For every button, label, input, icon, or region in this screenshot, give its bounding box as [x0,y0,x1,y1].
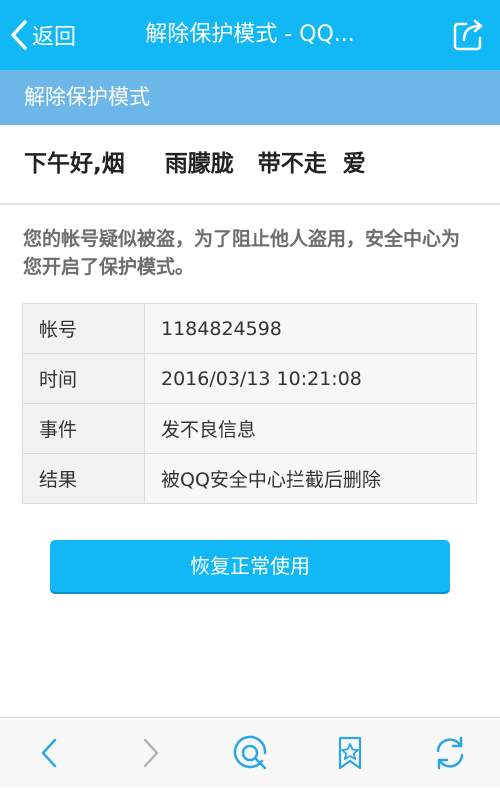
top-navigation-bar: 返回 解除保护模式 - QQ... [0,0,500,70]
account-info-table: 帐号 1184824598 时间 2016/03/13 10:21:08 事件 … [22,303,477,504]
row-label: 事件 [22,403,145,454]
forward-arrow-icon [143,738,159,768]
row-value: 发不良信息 [144,403,477,454]
table-row: 帐号 1184824598 [22,303,477,354]
table-row: 结果 被QQ安全中心拦截后删除 [22,453,477,504]
row-label: 帐号 [22,303,145,354]
browser-back-button[interactable] [15,718,85,788]
table-row: 时间 2016/03/13 10:21:08 [22,353,477,404]
row-label: 结果 [22,453,145,504]
refresh-button[interactable] [415,718,485,788]
table-row: 事件 发不良信息 [22,403,477,454]
section-header: 解除保护模式 [0,70,500,125]
bookmark-star-icon [338,736,362,770]
browser-toolbar [0,717,500,787]
share-icon[interactable] [450,16,488,54]
row-label: 时间 [22,353,145,404]
browser-forward-button[interactable] [115,718,185,788]
restore-normal-button[interactable]: 恢复正常使用 [50,540,450,592]
row-value: 2016/03/13 10:21:08 [144,353,477,404]
chevron-left-icon [11,20,27,50]
back-label: 返回 [32,25,77,50]
refresh-icon [436,736,464,770]
back-button[interactable]: 返回 [8,14,76,56]
page-title: 解除保护模式 - QQ... [145,22,355,47]
greeting-text: 下午好,烟 雨朦胧 带不走 爱 [0,125,500,205]
back-arrow-icon [41,738,57,768]
qq-browser-icon [233,735,267,770]
row-value: 被QQ安全中心拦截后删除 [144,453,477,504]
qq-browser-button[interactable] [215,718,285,788]
bookmark-button[interactable] [315,718,385,788]
protection-notice: 您的帐号疑似被盗，为了阻止他人盗用，安全中心为您开启了保护模式。 [23,228,461,278]
row-value: 1184824598 [144,303,477,354]
